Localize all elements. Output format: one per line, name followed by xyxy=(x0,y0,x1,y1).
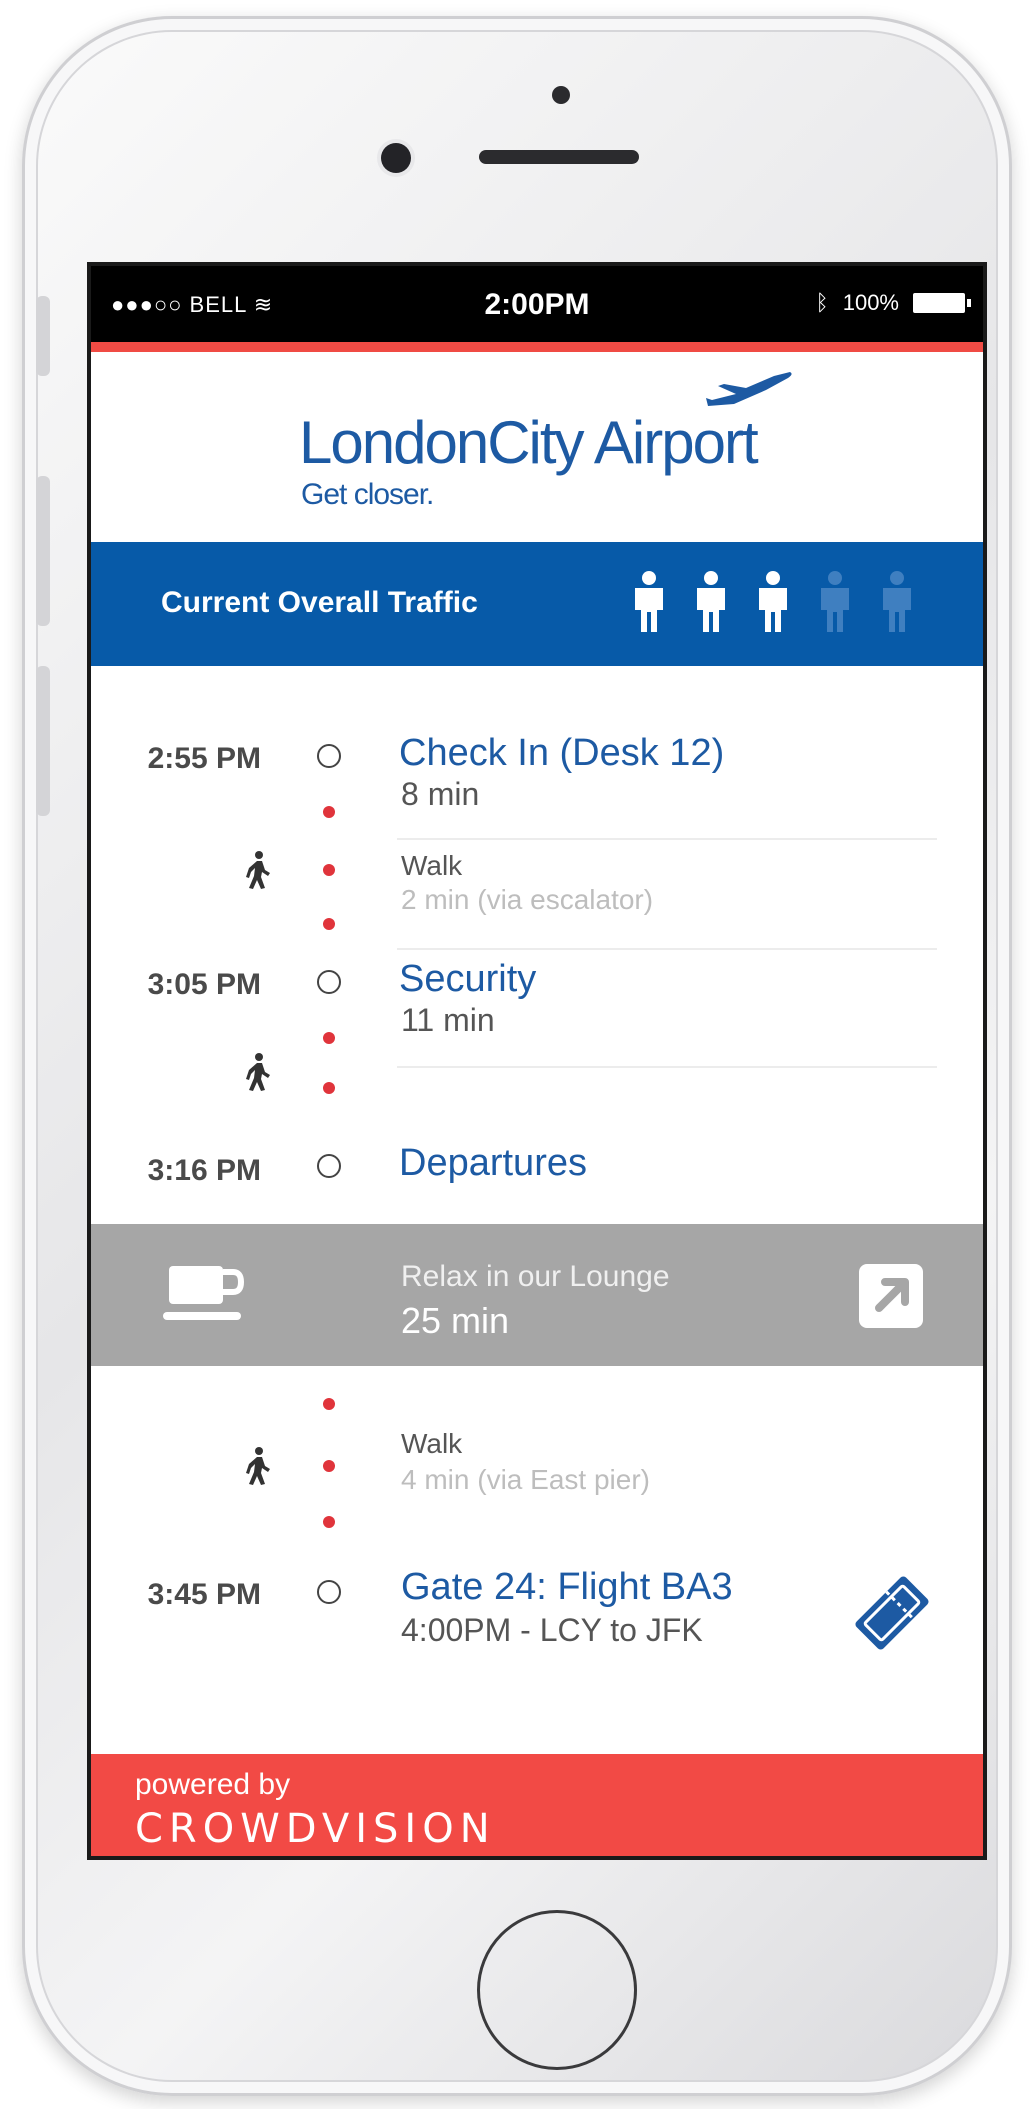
walk-detail: 4 min (via East pier) xyxy=(401,1464,650,1495)
proximity-sensor xyxy=(552,86,570,104)
battery-icon xyxy=(913,293,971,313)
timeline-dot xyxy=(323,1460,335,1472)
security-duration: 11 min xyxy=(401,1002,495,1038)
person-icon xyxy=(821,571,849,632)
plane-icon xyxy=(706,372,792,406)
timeline-node xyxy=(317,1580,341,1604)
traffic-banner: Current Overall Traffic xyxy=(91,542,983,666)
home-button[interactable] xyxy=(477,1910,637,2070)
volume-up-button xyxy=(36,476,50,626)
timeline-dot xyxy=(323,864,335,876)
mute-switch xyxy=(36,296,50,376)
walk-icon xyxy=(246,851,270,889)
person-icon xyxy=(759,571,787,632)
timeline-node xyxy=(317,1154,341,1178)
gate-time: 3:45 PM xyxy=(147,1578,261,1611)
bluetooth-icon: ᛒ xyxy=(815,290,829,315)
earpiece-speaker xyxy=(479,150,639,164)
timeline-node xyxy=(317,744,341,768)
external-link-button[interactable] xyxy=(859,1264,923,1328)
status-right: ᛒ 100% xyxy=(815,290,971,316)
walk-label: Walk xyxy=(401,850,463,881)
logo-wordmark: LondonCity Airport xyxy=(299,408,759,477)
person-icon xyxy=(635,571,663,632)
gate-title[interactable]: Gate 24: Flight BA3 xyxy=(401,1566,733,1609)
crowdvision-logo: CROWDVISION xyxy=(135,1806,496,1852)
timeline-dot xyxy=(323,1516,335,1528)
logo-word-london: London xyxy=(299,409,489,476)
logo-tagline: Get closer. xyxy=(301,478,434,511)
walk-icon xyxy=(246,1447,270,1485)
divider xyxy=(397,948,937,950)
status-bar: ●●●○○ BELL ≋ 2:00PM ᛒ 100% xyxy=(91,266,983,342)
coffee-cup-icon xyxy=(163,1266,245,1320)
security-title[interactable]: Security xyxy=(399,958,536,1001)
person-icon xyxy=(697,571,725,632)
checkin-duration: 8 min xyxy=(401,776,480,812)
walk-label: Walk xyxy=(401,1428,463,1459)
timeline-dot xyxy=(323,1082,335,1094)
battery-percent: 100% xyxy=(842,290,899,315)
checkin-title[interactable]: Check In (Desk 12) xyxy=(399,732,724,775)
powered-by-label: powered by xyxy=(135,1768,291,1801)
timeline-dot xyxy=(323,1398,335,1410)
header-accent-line xyxy=(91,342,983,352)
checkin-time: 2:55 PM xyxy=(147,742,261,775)
lounge-duration: 25 min xyxy=(401,1300,510,1341)
divider xyxy=(397,1066,937,1068)
timeline-node xyxy=(317,970,341,994)
volume-down-button xyxy=(36,666,50,816)
app-screen: ●●●○○ BELL ≋ 2:00PM ᛒ 100% LondonCity Ai… xyxy=(87,262,987,1860)
arrow-up-right-icon xyxy=(875,1278,909,1312)
walk-detail: 2 min (via escalator) xyxy=(401,884,654,915)
front-camera xyxy=(381,143,411,173)
traffic-label: Current Overall Traffic xyxy=(161,586,478,619)
walk-icon xyxy=(246,1053,270,1091)
lounge-title: Relax in our Lounge xyxy=(401,1260,670,1293)
logo-word-city-airport: City Airport xyxy=(487,409,758,476)
timeline-dot xyxy=(323,806,335,818)
airport-logo: LondonCity Airport Get closer. xyxy=(91,352,983,552)
gate-detail: 4:00PM - LCY to JFK xyxy=(401,1612,703,1648)
timeline-dot xyxy=(323,918,335,930)
departures-title[interactable]: Departures xyxy=(399,1142,587,1185)
departures-time: 3:16 PM xyxy=(147,1154,261,1187)
boarding-pass-icon[interactable] xyxy=(847,1568,937,1658)
traffic-level-indicator xyxy=(627,570,919,634)
divider xyxy=(397,838,937,840)
lounge-banner[interactable]: Relax in our Lounge 25 min xyxy=(91,1224,983,1366)
person-icon xyxy=(883,571,911,632)
timeline-dot xyxy=(323,1032,335,1044)
security-time: 3:05 PM xyxy=(147,968,261,1001)
powered-by-footer: powered by CROWDVISION xyxy=(91,1754,983,1856)
